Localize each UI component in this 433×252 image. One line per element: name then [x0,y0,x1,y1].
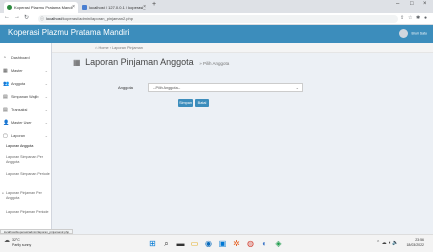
chevron-down-icon: ⌄ [295,85,299,90]
edge-browser-icon[interactable]: ◉ [204,239,213,248]
weather-widget[interactable]: ☁ 32°C Partly sunny [4,238,31,247]
sidebar-item-label: Master User [11,121,32,125]
profile-icon[interactable]: ● [424,15,427,21]
sidebar-subitem-label: Laporan Anggota [6,144,34,148]
master-icon: ▦ [3,68,8,74]
sidebar-item-anggota[interactable]: 👥 Anggota ⌄ [0,79,52,89]
chevron-down-icon: ⌄ [44,120,48,125]
sidebar-subitem-label: Laporan Pinjaman Per Anggota [6,191,42,200]
user-menu[interactable]: Bruri Satu [399,29,427,38]
app-header: Koperasi Plazmu Pratama Mandiri Bruri Sa… [0,25,433,43]
breadcrumb-current: Laporan Pinjaman [112,46,143,50]
report-icon: ▢ [3,133,8,139]
sidebar-item-label: Dashboard [11,56,30,60]
sidebar-item-simpanan-wajib[interactable]: ▤ Simpanan Wajib ⌄ [0,92,52,102]
url-host: localhost [46,16,62,21]
user-icon: 👤 [3,120,10,126]
reload-icon[interactable]: ↻ [24,14,29,21]
savings-icon: ▤ [3,94,8,100]
tab-label: Koperasi Plazmu Pratama Mandi [14,5,73,10]
browser-tabstrip: Koperasi Plazmu Pratama Mandi × localhos… [0,0,433,13]
sidebar-item-master-user[interactable]: 👤 Master User ⌄ [0,118,52,128]
url-path: /koperasi/admin/laporan_pinjaman2.php [61,16,133,21]
close-window-icon[interactable]: × [423,1,427,7]
sidebar-subitem-label: Laporan Pinjaman Periode [6,210,49,214]
anggota-select-value: --Pilih Anggota-- [153,86,181,90]
app-icon[interactable]: ◐ [260,239,269,248]
sidebar-item-label: Laporan [11,134,25,138]
site-favicon-icon [7,5,12,10]
sidebar-item-label: Anggota [11,82,26,86]
sidebar-subitem-pinjaman-per-anggota[interactable]: ● Laporan Pinjaman Per Anggota [0,191,52,200]
page-title-text: Laporan Pinjaman Anggota [85,57,194,67]
dashboard-icon: ◔ [3,55,7,61]
submit-button[interactable]: Simpan [178,99,193,107]
users-icon: 👥 [3,81,10,87]
bookmark-star-icon[interactable]: ☆ [408,15,412,21]
sidebar-subitem-simpanan-periode[interactable]: Laporan Simpanan Periode [0,172,52,177]
sidebar-subitem-pinjaman-periode[interactable]: Laporan Pinjaman Periode [0,210,52,215]
chevron-down-icon: ⌄ [44,133,48,138]
clock[interactable]: 23:56 18/03/2022 [402,238,424,248]
anggota-label: Anggota [118,85,133,90]
phpmyadmin-favicon-icon [82,5,87,10]
chevron-down-icon: ⌄ [44,81,48,86]
address-bar: ← → ↻ ⓘ localhost/koperasi/admin/laporan… [0,13,433,25]
extensions-icon[interactable]: ✱ [416,15,420,21]
new-tab-button[interactable]: + [152,1,156,8]
browser-tab-active[interactable]: Koperasi Plazmu Pratama Mandi × [4,2,78,13]
sidebar-subitem-label: Laporan Simpanan Periode [6,172,50,176]
active-bullet-icon: ● [2,191,4,195]
task-view-icon[interactable]: ▬ [176,239,185,248]
anggota-select[interactable]: --Pilih Anggota-- ⌄ [148,83,303,92]
store-icon[interactable]: ▣ [218,239,227,248]
taskbar: ☁ 32°C Partly sunny ⊞ ⌕ ▬ ▭ ◉ ▣ ✲ ◍ ◐ ◈ … [0,234,433,252]
user-name: Bruri Satu [411,31,427,36]
page-title: ▦ Laporan Pinjaman Anggota » Pilih Anggo… [73,57,229,67]
url-field[interactable]: ⓘ localhost/koperasi/admin/laporan_pinja… [38,15,398,23]
share-icon[interactable]: ⇪ [400,15,404,21]
clock-date: 18/03/2022 [406,243,424,247]
search-icon[interactable]: ⌕ [162,239,171,248]
sidebar-item-label: Simpanan Wajib [11,95,39,99]
file-explorer-icon[interactable]: ▭ [190,239,199,248]
close-tab-icon[interactable]: × [72,2,75,13]
sidebar-subitem-laporan-anggota[interactable]: Laporan Anggota [0,144,52,149]
chrome-icon[interactable]: ◍ [246,239,255,248]
info-icon[interactable]: ⓘ [40,15,44,23]
vscode-icon[interactable]: ◈ [274,239,283,248]
tab-label: localhost / 127.0.0.1 / koperasi_ [89,5,146,10]
cancel-button[interactable]: Batal [195,99,209,107]
breadcrumb: ⌂ Home › Laporan Pinjaman [52,43,433,53]
chevron-down-icon: ⌄ [44,68,48,73]
app-brand[interactable]: Koperasi Plazmu Pratama Mandiri [8,28,129,37]
forward-icon[interactable]: → [14,14,20,20]
sidebar-item-label: Transaksi [11,108,28,112]
windows-start-icon[interactable]: ⊞ [148,239,157,248]
table-icon: ▦ [73,58,81,67]
maximize-icon[interactable]: □ [410,1,414,7]
sidebar-subitem-simpanan-per-anggota[interactable]: Laporan Simpanan Per Anggota [0,155,52,164]
sidebar-item-label: Master [11,69,23,73]
sidebar-item-dashboard[interactable]: ◔ Dashboard [0,53,52,63]
sidebar-item-laporan[interactable]: ▢ Laporan ⌄ [0,131,52,141]
xampp-icon[interactable]: ✲ [232,239,241,248]
sidebar-subitem-label: Laporan Simpanan Per Anggota [6,155,43,164]
avatar [399,29,409,38]
sidebar-item-master[interactable]: ▦ Master ⌄ [0,66,52,76]
weather-sun-icon: ☁ [4,238,10,244]
minimize-icon[interactable]: – [396,1,399,7]
weather-desc: Partly sunny [12,242,32,247]
transaction-icon: ▤ [3,107,8,113]
sidebar-item-transaksi[interactable]: ▤ Transaksi ⌄ [0,105,52,115]
back-icon[interactable]: ← [4,14,10,20]
sidebar: ◔ Dashboard ▦ Master ⌄ 👥 Anggota ⌄ ▤ Sim… [0,43,52,229]
browser-tab-phpmyadmin[interactable]: localhost / 127.0.0.1 / koperasi_ × [79,2,149,13]
system-tray[interactable]: ⌃ ☁ ◖ 🔈 [376,240,399,246]
close-tab-icon[interactable]: × [143,2,146,13]
chevron-down-icon: ⌄ [44,94,48,99]
breadcrumb-home[interactable]: Home [98,46,108,50]
chevron-down-icon: ⌄ [44,107,48,112]
page-subtitle: » Pilih Anggota [199,61,230,66]
